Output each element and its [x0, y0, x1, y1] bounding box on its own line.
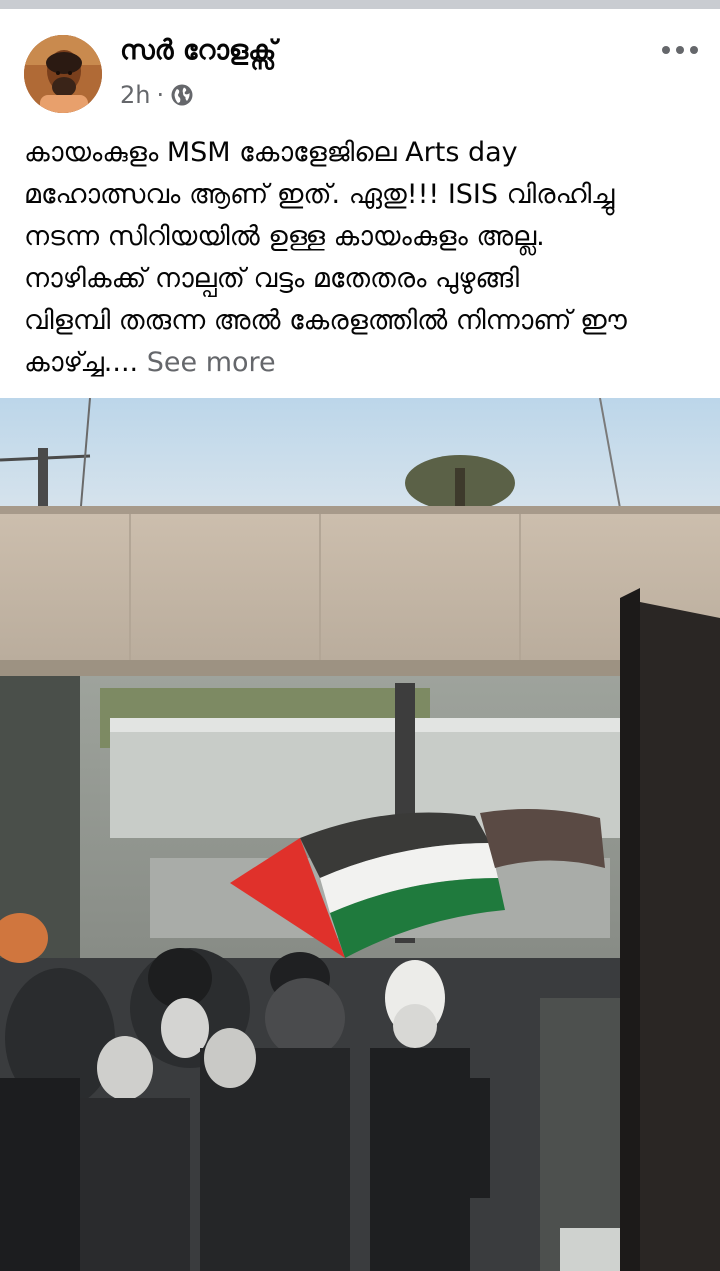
post-header: സർ റോളക്സ് 2h · — [0, 9, 720, 119]
post-text-line: മഹോത്സവം ആണ് ഇത്. ഏതു!!! ISIS വിരഹിച്ചു — [24, 179, 615, 210]
feed-divider — [0, 0, 720, 9]
post-text-line: നാഴികക്ക് നാല്പത് വട്ടം മതേതരം പുഴുങ്ങി — [24, 263, 519, 294]
post-video[interactable] — [0, 398, 720, 1271]
video-frame-image — [0, 398, 720, 1271]
more-options-button[interactable] — [662, 43, 698, 57]
globe-icon[interactable] — [170, 83, 194, 107]
more-horizontal-icon-dot — [662, 46, 670, 54]
more-horizontal-icon-dot — [690, 46, 698, 54]
post-time[interactable]: 2h — [120, 81, 150, 109]
post-text-line: വിളമ്പി തരുന്ന അൽ കേരളത്തിൽ നിന്നാണ് ഈ — [24, 305, 627, 336]
post-meta: 2h · — [120, 81, 194, 109]
post-text-last-line: കാഴ്ച്ച.... See more — [24, 342, 704, 384]
avatar[interactable] — [24, 35, 102, 113]
more-horizontal-icon-dot — [676, 46, 684, 54]
avatar-image — [24, 35, 102, 113]
post-text: കായംകുളം MSM കോളേജിലെ Arts day മഹോത്സവം … — [24, 132, 704, 384]
see-more-link[interactable]: See more — [147, 347, 276, 378]
author-name[interactable]: സർ റോളക്സ് — [120, 35, 276, 67]
post-text-line: കാഴ്ച്ച.... — [24, 347, 139, 378]
post-text-line: നടന്ന സിറിയയിൽ ഉള്ള കായംകുളം അല്ല. — [24, 221, 545, 252]
meta-separator: · — [156, 81, 165, 109]
post-text-line: കായംകുളം MSM കോളേജിലെ Arts day — [24, 137, 518, 168]
